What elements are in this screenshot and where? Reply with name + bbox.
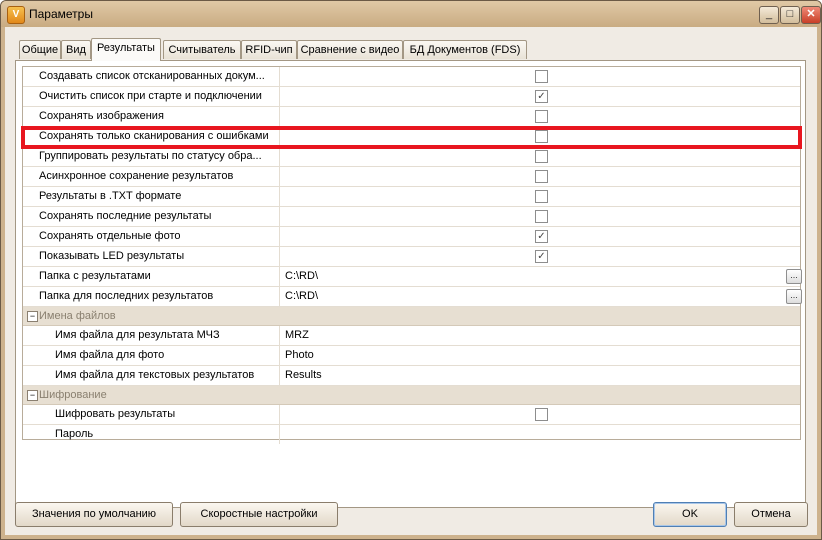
row-encrypt-results[interactable]: Шифровать результаты [23,405,800,425]
row-save-photos[interactable]: Сохранять отдельные фото ✓ [23,227,800,247]
row-async-save[interactable]: Асинхронное сохранение результатов [23,167,800,187]
settings-window: V Параметры _ □ ✕ Общие Вид Результаты С… [0,0,822,540]
collapse-icon[interactable]: − [27,311,38,322]
property-value[interactable]: MRZ [285,326,309,345]
checkbox[interactable] [535,408,548,421]
checkbox[interactable] [535,110,548,123]
category-title: Имена файлов [39,310,116,322]
property-label: Шифровать результаты [55,405,280,424]
row-save-last[interactable]: Сохранять последние результаты [23,207,800,227]
close-button[interactable]: ✕ [801,6,821,24]
tab-reader[interactable]: Считыватель [163,40,241,59]
checkbox[interactable] [535,190,548,203]
property-label: Группировать результаты по статусу обра.… [39,147,280,166]
checkbox[interactable] [535,150,548,163]
dialog-client: Общие Вид Результаты Считыватель RFID-чи… [5,27,817,535]
property-label: Имя файла для текстовых результатов [55,366,280,385]
tab-fds[interactable]: БД Документов (FDS) [403,40,527,59]
tab-general[interactable]: Общие [19,40,61,59]
minimize-icon: _ [765,8,773,20]
category-title: Шифрование [39,389,107,401]
row-photo-filename[interactable]: Имя файла для фото Photo [23,346,800,366]
results-tab-panel: Создавать список отсканированных докум..… [15,60,806,508]
quick-settings-button[interactable]: Скоростные настройки [180,502,338,527]
minimize-button[interactable]: _ [759,6,779,24]
property-value[interactable]: Photo [285,346,314,365]
checkbox[interactable]: ✓ [535,90,548,103]
tab-video-compare[interactable]: Сравнение с видео [297,40,403,59]
row-text-filename[interactable]: Имя файла для текстовых результатов Resu… [23,366,800,386]
row-results-folder[interactable]: Папка с результатами C:\RD\ ... [23,267,802,287]
property-label: Папка для последних результатов [39,287,280,306]
property-label: Создавать список отсканированных докум..… [39,67,280,86]
category-filenames[interactable]: − Имена файлов [23,307,800,326]
row-mrz-filename[interactable]: Имя файла для результата МЧЗ MRZ [23,326,800,346]
property-label: Пароль [55,425,280,444]
property-label: Результаты в .TXT формате [39,187,280,206]
property-label: Сохранять последние результаты [39,207,280,226]
property-label: Папка с результатами [39,267,280,286]
row-group-by-status[interactable]: Группировать результаты по статусу обра.… [23,147,800,167]
row-last-results-folder[interactable]: Папка для последних результатов C:\RD\ .… [23,287,802,307]
browse-button[interactable]: ... [786,269,802,284]
checkbox[interactable] [535,170,548,183]
row-led-results[interactable]: Показывать LED результаты ✓ [23,247,800,267]
app-icon: V [7,6,25,24]
defaults-button[interactable]: Значения по умолчанию [15,502,173,527]
property-label: Сохранять только сканирования с ошибками [39,127,280,146]
category-encryption[interactable]: − Шифрование [23,386,800,405]
ok-button[interactable]: OK [653,502,727,527]
folder-value[interactable]: C:\RD\ [285,267,318,286]
row-save-images[interactable]: Сохранять изображения [23,107,800,127]
property-label: Сохранять отдельные фото [39,227,280,246]
title-bar[interactable]: V Параметры _ □ ✕ [1,1,821,27]
property-grid[interactable]: Создавать список отсканированных докум..… [22,66,802,444]
property-label: Показывать LED результаты [39,247,280,266]
close-icon: ✕ [806,8,816,20]
tab-view[interactable]: Вид [61,40,91,59]
folder-value[interactable]: C:\RD\ [285,287,318,306]
property-label: Сохранять изображения [39,107,280,126]
property-label: Имя файла для результата МЧЗ [55,326,280,345]
maximize-button[interactable]: □ [780,6,800,24]
checkbox[interactable]: ✓ [535,230,548,243]
window-title: Параметры [29,7,93,21]
tab-rfid[interactable]: RFID-чип [241,40,297,59]
checkbox[interactable] [535,130,548,143]
property-label: Асинхронное сохранение результатов [39,167,280,186]
property-label: Очистить список при старте и подключении [39,87,280,106]
collapse-icon[interactable]: − [27,390,38,401]
row-password[interactable]: Пароль [23,425,800,445]
property-value[interactable]: Results [285,366,322,385]
tab-results[interactable]: Результаты [91,38,161,61]
cancel-button[interactable]: Отмена [734,502,808,527]
row-txt-format[interactable]: Результаты в .TXT формате [23,187,800,207]
checkbox[interactable] [535,70,548,83]
row-clear-list[interactable]: Очистить список при старте и подключении… [23,87,800,107]
checkbox[interactable]: ✓ [535,250,548,263]
row-save-errors-only[interactable]: Сохранять только сканирования с ошибками [23,127,800,147]
row-create-list[interactable]: Создавать список отсканированных докум..… [23,67,800,87]
property-label: Имя файла для фото [55,346,280,365]
maximize-icon: □ [786,8,794,20]
browse-button[interactable]: ... [786,289,802,304]
checkbox[interactable] [535,210,548,223]
